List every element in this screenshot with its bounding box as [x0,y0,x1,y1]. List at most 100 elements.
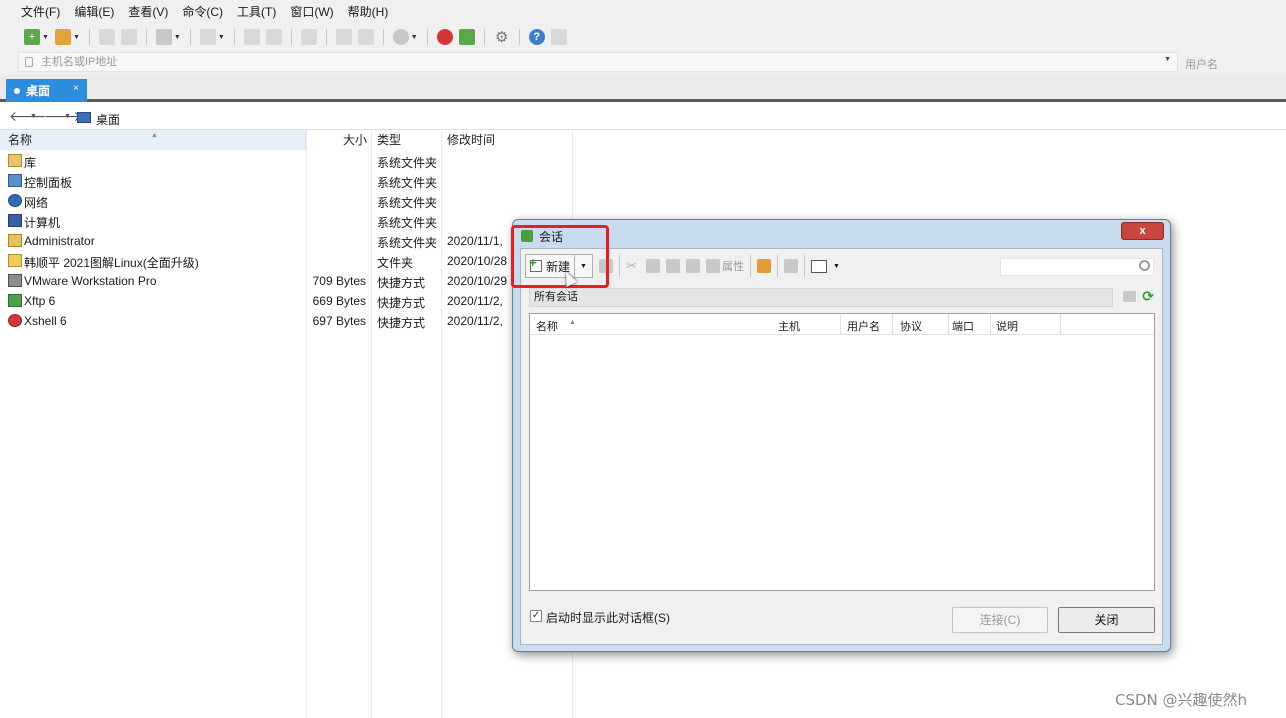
open-folder-icon[interactable] [54,29,71,45]
disconnect-icon[interactable] [120,29,137,45]
view-mode-icon[interactable] [811,259,828,273]
chevron-down-icon[interactable]: ▼ [575,254,594,278]
chevron-down-icon[interactable]: ▼ [1164,56,1171,63]
desktop-icon [77,112,91,123]
file-row[interactable]: 控制面板 系统文件夹 [0,171,580,191]
file-row[interactable]: Administrator 系统文件夹 2020/11/1, [0,231,580,251]
chevron-down-icon[interactable]: ▼ [30,113,37,120]
chevron-down-icon[interactable]: ▼ [833,263,840,270]
search-icon[interactable] [1139,260,1150,271]
properties-label[interactable]: 属性 [722,258,744,274]
chevron-down-icon[interactable]: ▼ [42,34,49,41]
show-on-startup-checkbox[interactable]: ✓ [530,610,542,622]
column-header-name[interactable]: 名称 ▲ [0,130,306,150]
toolbar-separator [145,29,147,45]
breadcrumb[interactable]: 桌面 [96,111,120,128]
file-row[interactable]: 韩顺平 2021图解Linux(全面升级) 文件夹 2020/10/28 [0,251,580,271]
file-size: 709 Bytes [312,274,366,288]
session-list[interactable]: 名称 ▲ 主机 用户名 协议 端口 说明 [529,313,1155,591]
tab-desktop[interactable]: 桌面 × [6,79,87,102]
new-folder-icon[interactable] [1123,291,1136,302]
session-manager-icon[interactable] [155,29,172,45]
chevron-down-icon[interactable]: ▼ [73,34,80,41]
back-arrow-icon[interactable]: 🡐 [9,108,47,125]
dialog-close-button[interactable]: x [1121,222,1164,240]
file-modified: 2020/11/2, [447,294,503,308]
print-preview-icon[interactable] [357,29,374,45]
transfer-icon[interactable] [300,29,317,45]
folder-icon[interactable] [757,259,772,273]
menu-help[interactable]: 帮助(H) [341,0,396,24]
paste-icon[interactable] [265,29,282,45]
xshell-icon[interactable] [436,29,453,45]
column-header-host[interactable]: 主机 [778,318,800,334]
connect-icon[interactable] [98,29,115,45]
menu-view[interactable]: 查看(V) [121,0,175,24]
refresh-icon[interactable]: ⟳ [1142,289,1154,303]
column-header-name[interactable]: 名称 [536,318,558,334]
file-type: 系统文件夹 [377,176,438,190]
column-header-port[interactable]: 端口 [952,318,974,334]
help-icon[interactable]: ? [528,29,545,45]
xshell-icon [8,314,22,327]
print-icon[interactable] [335,29,352,45]
library-icon [8,154,22,167]
menu-command[interactable]: 命令(C) [175,0,230,24]
toolbar-separator [233,29,235,45]
file-row[interactable]: 网络 系统文件夹 [0,191,580,211]
new-session-icon [529,255,542,272]
toolbar-separator [426,29,428,45]
tab-status-icon [14,87,20,94]
xftp-icon [8,294,22,307]
terminal-icon[interactable] [199,29,216,45]
toolbar-separator [750,255,752,277]
gear-icon[interactable]: ⚙ [494,29,510,46]
open-icon[interactable] [599,259,614,273]
menu-window[interactable]: 窗口(W) [283,0,340,24]
close-icon[interactable]: × [73,83,79,94]
sort-ascending-icon: ▲ [151,132,158,139]
column-header-protocol[interactable]: 协议 [900,318,922,334]
username-input[interactable]: 用户名 [1185,56,1218,72]
host-input[interactable]: 主机名或IP地址 ▼ [18,52,1178,72]
chevron-down-icon[interactable]: ▼ [218,34,225,41]
menu-edit[interactable]: 编辑(E) [67,0,121,24]
session-search-input[interactable] [1000,258,1154,276]
column-header-modified[interactable]: 修改时间 [447,130,573,150]
session-dialog: 会话 x 新建 ▼ ✂ 属性 ▼ [512,219,1171,652]
file-row[interactable]: 计算机 系统文件夹 [0,211,580,231]
paste-icon[interactable] [666,259,681,273]
menu-tools[interactable]: 工具(T) [230,0,283,24]
connect-button[interactable]: 连接(C) [952,607,1048,633]
control-panel-icon [8,174,22,187]
globe-icon[interactable] [392,29,409,45]
file-name: 网络 [24,196,49,210]
file-row[interactable]: 库 系统文件夹 [0,151,580,171]
file-type: 快捷方式 [377,316,426,330]
forward-arrow-icon[interactable]: 🡒 [44,108,82,125]
copy-icon[interactable] [243,29,260,45]
cut-icon[interactable]: ✂ [626,259,640,273]
column-header-size[interactable]: 大小 [307,130,369,150]
file-row[interactable]: Xshell 6 697 Bytes 快捷方式 2020/11/2, [0,311,580,331]
menu-file[interactable]: 文件(F) [14,0,67,24]
chevron-down-icon[interactable]: ▼ [64,113,71,120]
properties-icon[interactable] [706,259,721,273]
chevron-down-icon[interactable]: ▼ [411,34,418,41]
close-button[interactable]: 关闭 [1058,607,1155,633]
show-on-startup-label[interactable]: 启动时显示此对话框(S) [546,609,670,626]
column-header-type[interactable]: 类型 [377,130,443,150]
import-icon[interactable] [784,259,799,273]
file-row[interactable]: VMware Workstation Pro 709 Bytes 快捷方式 20… [0,271,580,291]
computer-icon [8,214,22,227]
new-session-icon[interactable]: + [24,29,40,45]
column-header-user[interactable]: 用户名 [847,318,880,334]
xftp-icon[interactable] [458,29,475,45]
host-placeholder: 主机名或IP地址 [41,56,118,68]
column-header-description[interactable]: 说明 [996,318,1018,334]
delete-icon[interactable] [686,259,701,273]
chevron-down-icon[interactable]: ▼ [174,34,181,41]
copy-icon[interactable] [646,259,661,273]
file-row[interactable]: Xftp 6 669 Bytes 快捷方式 2020/11/2, [0,291,580,311]
chat-icon[interactable] [550,29,567,45]
